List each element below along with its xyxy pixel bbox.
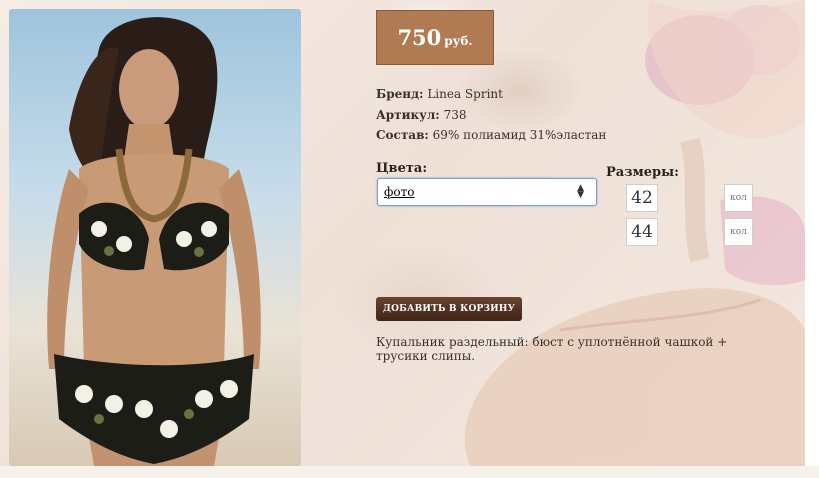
price-currency: руб. — [444, 34, 473, 48]
brand-value: Linea Sprint — [427, 87, 503, 101]
composition-value: 69% полиамид 31%эластан — [432, 128, 607, 142]
article-row: Артикул: 738 — [376, 108, 466, 122]
colors-label: Цвета: — [376, 161, 428, 176]
size-option-42[interactable]: 42 — [626, 184, 658, 212]
page-bottom-margin — [0, 466, 819, 478]
article-label: Артикул: — [376, 108, 440, 122]
quantity-input-44[interactable]: кол — [724, 218, 753, 246]
composition-row: Состав: 69% полиамид 31%эластан — [376, 128, 606, 142]
color-select[interactable]: фото ▲ ▼ — [377, 178, 597, 206]
price-tag: 750 руб. — [376, 10, 494, 65]
swimsuit-model-image — [47, 17, 261, 466]
article-value: 738 — [443, 108, 467, 122]
product-description: Купальник раздельный: бюст с уплотнённой… — [376, 335, 728, 363]
brand-row: Бренд: Linea Sprint — [376, 87, 503, 101]
size-option-44[interactable]: 44 — [626, 218, 658, 246]
quantity-input-42[interactable]: кол — [724, 184, 753, 212]
select-arrows-icon: ▲ ▼ — [577, 183, 584, 200]
composition-label: Состав: — [376, 128, 429, 142]
brand-label: Бренд: — [376, 87, 424, 101]
product-photo[interactable] — [9, 9, 301, 466]
add-to-cart-button[interactable]: ДОБАВИТЬ В КОРЗИНУ — [376, 297, 522, 321]
color-select-value: фото — [384, 185, 415, 199]
page-right-margin — [805, 0, 819, 478]
sizes-label: Размеры: — [606, 165, 679, 180]
price-value: 750 — [397, 25, 442, 50]
